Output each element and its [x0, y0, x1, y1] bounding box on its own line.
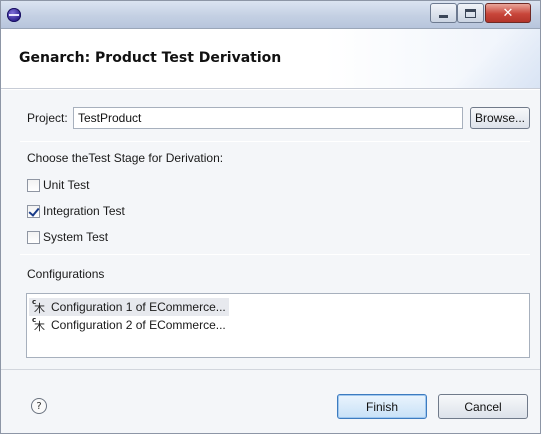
project-field[interactable]: TestProduct [73, 107, 463, 129]
unit-test-label: Unit Test [43, 178, 90, 192]
list-item[interactable]: c ⽊ Configuration 2 of ECommerce... [29, 316, 229, 334]
help-icon[interactable]: ? [31, 398, 47, 414]
finish-button[interactable]: Finish [337, 394, 427, 419]
maximize-icon [465, 8, 476, 18]
system-test-label: System Test [43, 230, 109, 244]
configuration-label: Configuration 2 of ECommerce... [51, 318, 226, 332]
integration-test-option[interactable]: Integration Test [27, 203, 125, 219]
eclipse-icon [7, 8, 21, 22]
integration-test-label: Integration Test [43, 204, 125, 218]
configurations-list[interactable]: c ⽊ Configuration 1 of ECommerce... c ⽊ Co… [26, 293, 530, 358]
system-test-option[interactable]: System Test [27, 229, 108, 245]
configuration-label: Configuration 1 of ECommerce... [51, 300, 226, 314]
stage-heading: Choose theTest Stage for Derivation: [27, 151, 224, 165]
banner-decoration [450, 29, 540, 88]
cancel-button[interactable]: Cancel [438, 394, 528, 419]
unit-test-checkbox[interactable] [27, 178, 40, 192]
browse-button[interactable]: Browse... [470, 107, 530, 129]
close-icon: ✕ [502, 5, 514, 21]
list-item[interactable]: c ⽊ Configuration 1 of ECommerce... [29, 298, 229, 316]
separator [20, 141, 530, 142]
close-button[interactable]: ✕ [485, 3, 531, 23]
system-test-checkbox[interactable] [27, 230, 40, 244]
unit-test-option[interactable]: Unit Test [27, 177, 89, 193]
title-bar[interactable]: ✕ [1, 1, 540, 29]
configurations-heading: Configurations [27, 267, 105, 281]
dialog-title: Genarch: Product Test Derivation [19, 50, 282, 66]
dialog-window: ✕ Genarch: Product Test Derivation Proje… [0, 0, 541, 434]
minimize-icon [439, 15, 448, 18]
minimize-button[interactable] [430, 3, 457, 23]
dialog-banner: Genarch: Product Test Derivation [1, 29, 540, 89]
integration-test-checkbox[interactable] [27, 204, 40, 218]
configuration-icon: c ⽊ [32, 298, 45, 315]
project-label: Project: [27, 111, 68, 125]
configuration-icon: c ⽊ [32, 316, 45, 333]
separator [20, 254, 530, 255]
maximize-button[interactable] [457, 3, 484, 23]
